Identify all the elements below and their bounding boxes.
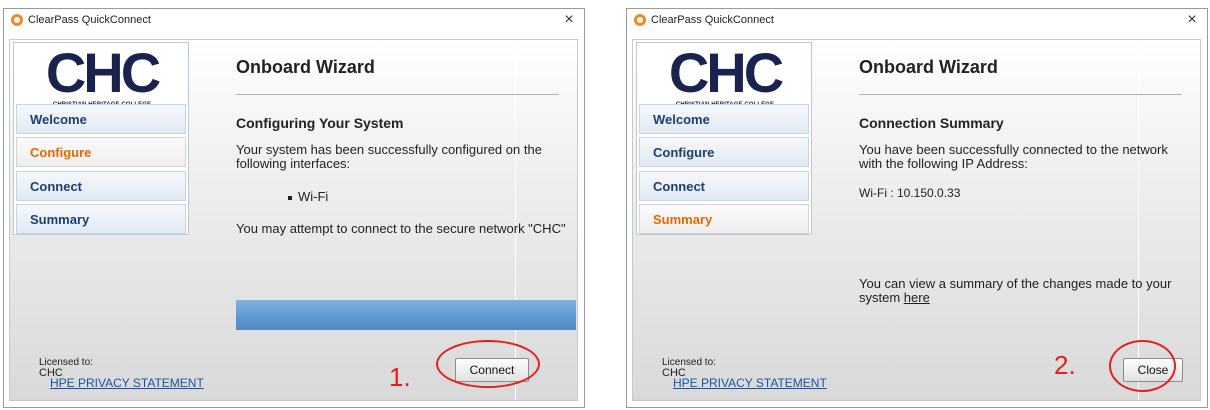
highlight-circle-2 (1109, 340, 1176, 392)
close-icon[interactable]: × (1183, 11, 1201, 29)
window-title: ClearPass QuickConnect (28, 14, 151, 26)
ip-address-line: Wi-Fi : 10.150.0.33 (859, 186, 961, 200)
connected-text: You have been successfully connected to … (859, 142, 1168, 171)
wizard-title: Onboard Wizard (859, 57, 998, 77)
nav-item-summary[interactable]: Summary (639, 204, 809, 234)
bullet-icon (288, 195, 292, 200)
highlight-circle-1 (436, 340, 540, 388)
summary-text: You can view a summary of the changes ma… (859, 277, 1194, 305)
step-annotation-1: 1. (389, 362, 411, 392)
section-title: Configuring Your System (236, 115, 404, 131)
step-annotation-2: 2. (1054, 350, 1076, 380)
title-bar: ClearPass QuickConnect × (627, 9, 1207, 33)
privacy-statement-link[interactable]: HPE PRIVACY STATEMENT (50, 376, 204, 390)
progress-bar (236, 300, 576, 330)
window-title: ClearPass QuickConnect (651, 14, 774, 26)
chc-logo: CHC (45, 41, 161, 104)
title-bar: ClearPass QuickConnect × (4, 9, 584, 33)
chc-logo: CHC (668, 41, 784, 104)
nav-item-welcome[interactable]: Welcome (16, 104, 186, 134)
nav-item-summary[interactable]: Summary (16, 204, 186, 234)
nav-item-connect[interactable]: Connect (16, 171, 186, 201)
nav-item-configure[interactable]: Configure (639, 137, 809, 167)
clearpass-app-icon (11, 14, 23, 26)
clearpass-app-icon (634, 14, 646, 26)
nav-item-welcome[interactable]: Welcome (639, 104, 809, 134)
nav-item-configure[interactable]: Configure (16, 137, 186, 167)
privacy-statement-link[interactable]: HPE PRIVACY STATEMENT (673, 376, 827, 390)
left-panel: CHC CHRISTIAN HERITAGE COLLEGE Welcome C… (636, 42, 812, 235)
interface-name: Wi-Fi (298, 189, 329, 204)
wizard-content: CHC CHRISTIAN HERITAGE COLLEGE Welcome C… (632, 39, 1201, 401)
close-icon[interactable]: × (560, 11, 578, 29)
interface-list-item: Wi-Fi (288, 189, 328, 204)
configured-text: Your system has been successfully config… (236, 142, 542, 171)
attempt-text: You may attempt to connect to the secure… (236, 221, 566, 236)
title-divider (236, 94, 559, 95)
wizard-title: Onboard Wizard (236, 57, 375, 77)
left-panel: CHC CHRISTIAN HERITAGE COLLEGE Welcome C… (13, 42, 189, 235)
section-title: Connection Summary (859, 115, 1004, 131)
nav-item-connect[interactable]: Connect (639, 171, 809, 201)
title-divider (859, 94, 1182, 95)
summary-here-link[interactable]: here (904, 290, 930, 305)
